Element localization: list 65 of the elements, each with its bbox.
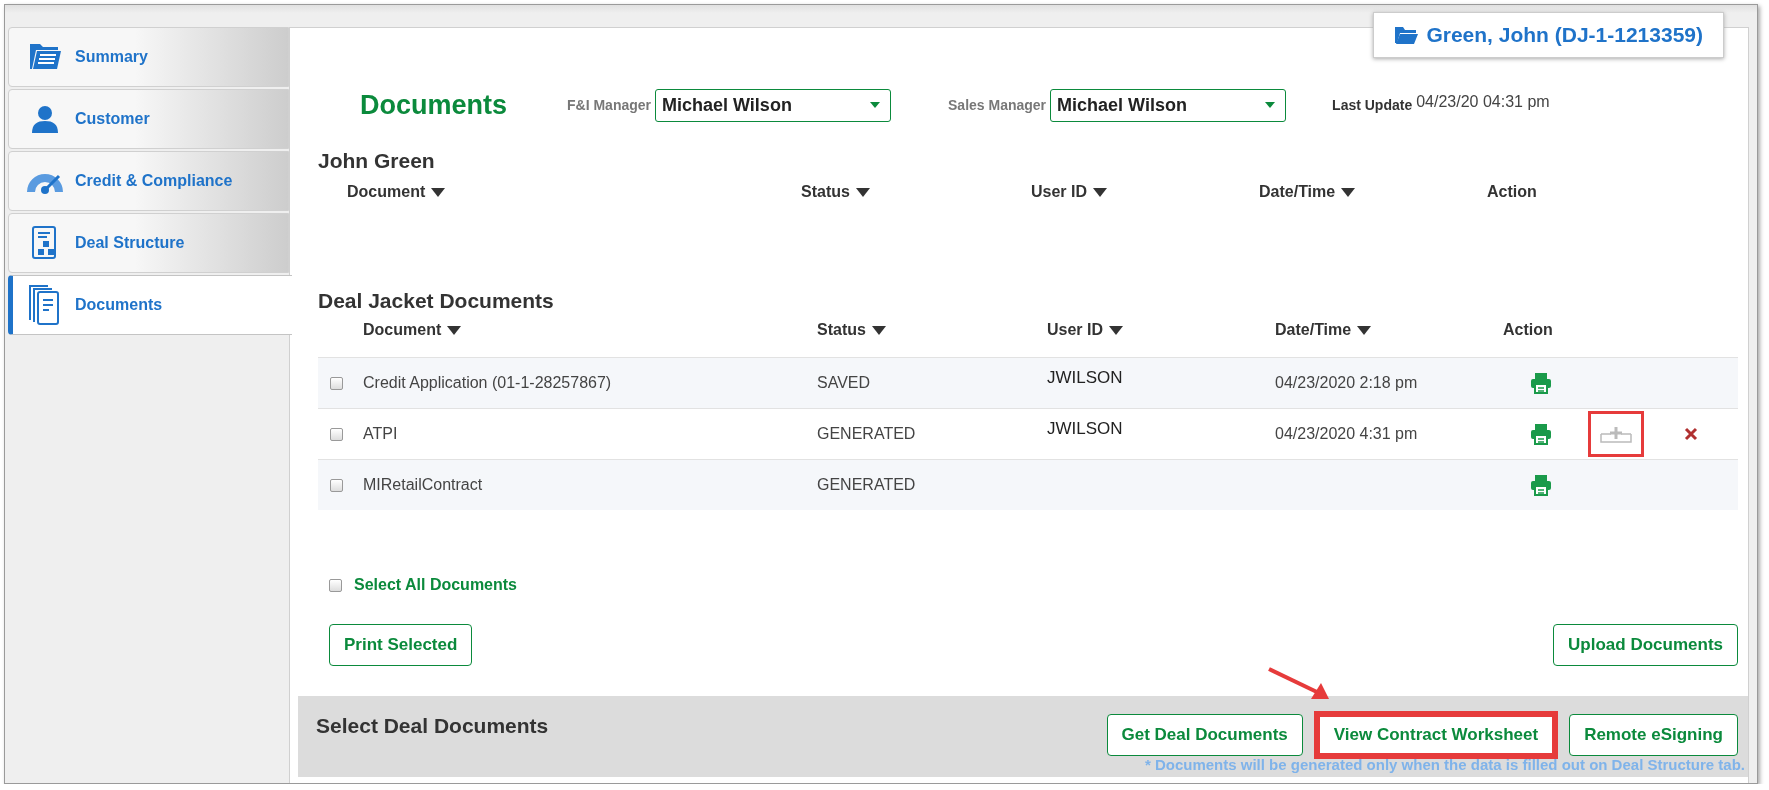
- section-title: John Green: [318, 149, 436, 173]
- folder-icon: [1394, 25, 1419, 45]
- column-label: Action: [1487, 183, 1537, 201]
- customer-name: Green, John (DJ-1-1213359): [1426, 23, 1703, 47]
- column-label: Document: [363, 321, 442, 339]
- row-checkbox[interactable]: [330, 478, 343, 492]
- table-cell-text: SAVED: [817, 374, 872, 392]
- select-all-checkbox[interactable]: [329, 578, 342, 592]
- sidebar-tab[interactable]: Documents: [8, 275, 292, 335]
- sort-caret-icon[interactable]: [431, 187, 446, 197]
- sidebar-tab[interactable]: Credit & Compliance: [8, 151, 289, 211]
- dropdown-caret-icon: [870, 102, 880, 108]
- column-label: Date/Time: [1259, 183, 1336, 201]
- sort-caret-icon[interactable]: [1109, 325, 1124, 335]
- sort-caret-icon[interactable]: [1093, 187, 1108, 197]
- table-cell-text: JWILSON: [1047, 419, 1124, 439]
- field-label: Sales Manager: [948, 97, 1047, 113]
- field-label: Last Update: [1332, 97, 1413, 113]
- table-cell-text: ATPI: [363, 425, 399, 443]
- documents-stack-icon: [28, 284, 62, 326]
- sort-caret-icon[interactable]: [1357, 325, 1372, 335]
- manager-dropdown[interactable]: Michael Wilson: [1050, 88, 1287, 122]
- annotation-arrow: [1268, 667, 1329, 699]
- print-selected-button[interactable]: Print Selected: [329, 624, 473, 666]
- deal-action-button[interactable]: View Contract Worksheet: [1316, 714, 1556, 756]
- column-label: Action: [1503, 321, 1553, 339]
- printer-icon[interactable]: [1529, 372, 1552, 394]
- column-label: Status: [817, 321, 866, 339]
- section-title: Deal Jacket Documents: [318, 289, 555, 313]
- deal-action-button[interactable]: Remote eSigning: [1569, 714, 1738, 756]
- column-label: User ID: [1047, 321, 1104, 339]
- table-cell-text: 04/23/2020 4:31 pm: [1275, 425, 1419, 443]
- delete-icon[interactable]: [1683, 427, 1698, 441]
- table-cell-text: JWILSON: [1047, 368, 1124, 388]
- table-cell-text: Credit Application (01-1-28257867): [363, 374, 613, 392]
- dropdown-caret-icon: [1265, 102, 1276, 108]
- row-checkbox[interactable]: [330, 427, 343, 441]
- field-label: F&I Manager: [567, 97, 651, 113]
- sort-caret-icon[interactable]: [855, 187, 870, 197]
- printer-icon[interactable]: [1529, 474, 1552, 496]
- table-cell-text: GENERATED: [817, 476, 917, 494]
- page-title: Documents: [360, 89, 509, 121]
- select-all-label[interactable]: Select All Documents: [354, 576, 517, 594]
- folder-list-icon: [28, 42, 62, 72]
- sort-caret-icon[interactable]: [1341, 187, 1356, 197]
- table-cell-text: MIRetailContract: [363, 476, 484, 494]
- sidebar-tab[interactable]: Deal Structure: [8, 213, 289, 273]
- section-title: Select Deal Documents: [316, 714, 550, 739]
- printer-icon[interactable]: [1529, 423, 1552, 445]
- sidebar-tab[interactable]: Customer: [8, 89, 289, 149]
- column-label: User ID: [1031, 183, 1088, 201]
- sidebar-tab[interactable]: Summary: [8, 27, 289, 87]
- row-checkbox[interactable]: [330, 376, 343, 390]
- upload-documents-button[interactable]: Upload Documents: [1553, 624, 1738, 666]
- table-cell-text: 04/23/2020 2:18 pm: [1275, 374, 1419, 392]
- last-update-value: 04/23/20 04:31 pm: [1416, 93, 1550, 111]
- column-label: Status: [801, 183, 850, 201]
- sort-caret-icon[interactable]: [447, 325, 462, 335]
- footnote-text: * Documents will be generated only when the data is filled out on Deal Structure tab.: [1143, 756, 1746, 773]
- deal-action-button[interactable]: Get Deal Documents: [1106, 714, 1303, 756]
- column-label: Date/Time: [1275, 321, 1352, 339]
- column-label: Document: [347, 183, 426, 201]
- sort-caret-icon[interactable]: [871, 325, 886, 335]
- manager-dropdown[interactable]: Michael Wilson: [655, 88, 891, 122]
- table-cell-text: GENERATED: [817, 425, 917, 443]
